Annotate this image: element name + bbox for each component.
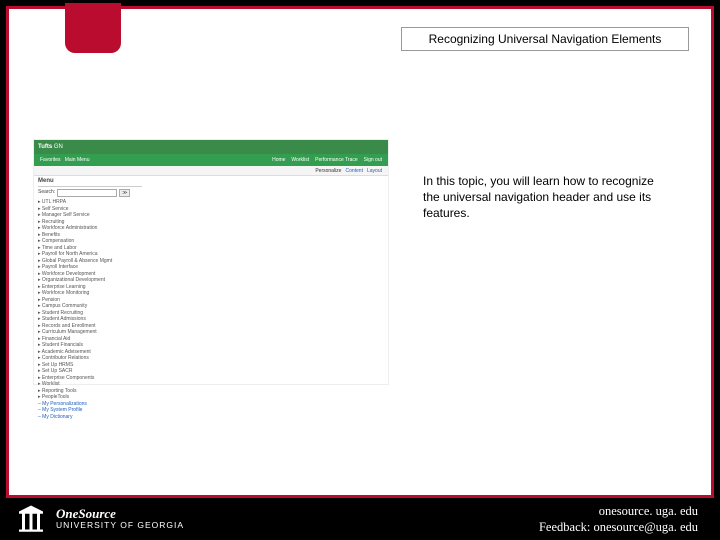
top-nav-left: Favorites Main Menu — [40, 157, 89, 163]
sub-nav: Personalize Content Layout — [34, 166, 388, 176]
uga-arch-logo — [16, 504, 46, 534]
nav-main-menu[interactable]: Main Menu — [65, 157, 90, 163]
search-go-button[interactable]: ≫ — [119, 189, 130, 197]
search-row: Search: ≫ — [38, 189, 142, 197]
sidebar-link[interactable]: – My Dictionary — [38, 414, 142, 421]
top-nav-right: Home Worklist Performance Trace Sign out — [272, 157, 382, 163]
subnav-personalize: Personalize — [315, 168, 341, 174]
nav-worklist[interactable]: Worklist — [291, 157, 309, 163]
footer-left: OneSource UNIVERSITY OF GEORGIA — [16, 504, 184, 534]
nav-signout[interactable]: Sign out — [364, 157, 382, 163]
nav-perf-trace[interactable]: Performance Trace — [315, 157, 358, 163]
footer-feedback: Feedback: onesource@uga. edu — [539, 519, 698, 535]
footer-url: onesource. uga. edu — [539, 503, 698, 519]
nav-favorites[interactable]: Favorites — [40, 157, 61, 163]
subnav-layout[interactable]: Layout — [367, 168, 382, 174]
top-nav: Favorites Main Menu Home Worklist Perfor… — [34, 154, 388, 166]
slide-title-text: Recognizing Universal Navigation Element… — [429, 32, 662, 46]
subnav-content[interactable]: Content — [345, 168, 363, 174]
footer-brand-line1: OneSource — [56, 507, 184, 521]
slide-frame: Recognizing Universal Navigation Element… — [6, 6, 714, 498]
app-brand-sub: GN — [54, 144, 63, 150]
search-input[interactable] — [57, 189, 117, 197]
app-header: Tufts GN — [34, 140, 388, 154]
red-accent-tab — [65, 3, 121, 53]
embedded-screenshot: Tufts GN Favorites Main Menu Home Workli… — [33, 139, 389, 385]
app-body: Menu Search: ≫ ▸ UTL HRPA▸ Self Service▸… — [34, 176, 388, 422]
footer-right: onesource. uga. edu Feedback: onesource@… — [539, 503, 698, 536]
sidebar-list: ▸ UTL HRPA▸ Self Service▸ Manager Self S… — [38, 199, 142, 420]
nav-home[interactable]: Home — [272, 157, 285, 163]
footer-brand: OneSource UNIVERSITY OF GEORGIA — [56, 507, 184, 531]
sidebar: Menu Search: ≫ ▸ UTL HRPA▸ Self Service▸… — [34, 176, 146, 422]
menu-title: Menu — [38, 178, 142, 187]
body-text: In this topic, you will learn how to rec… — [423, 173, 673, 222]
footer-brand-line2: UNIVERSITY OF GEORGIA — [56, 521, 184, 530]
footer: OneSource UNIVERSITY OF GEORGIA onesourc… — [0, 498, 720, 540]
search-label: Search: — [38, 189, 55, 197]
slide-title: Recognizing Universal Navigation Element… — [401, 27, 689, 51]
app-brand: Tufts — [38, 144, 52, 150]
